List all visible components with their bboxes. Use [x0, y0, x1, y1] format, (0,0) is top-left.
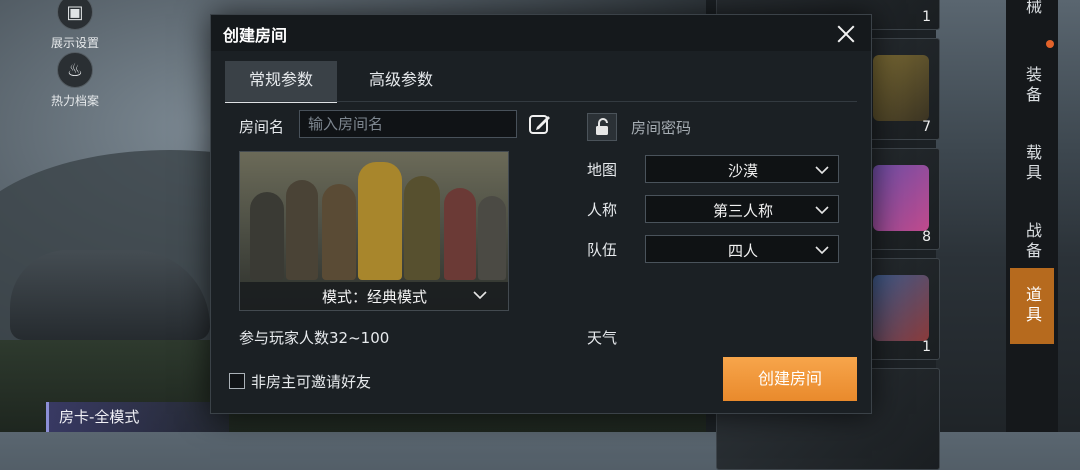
item-count: 7	[922, 119, 931, 135]
chevron-down-icon	[814, 162, 830, 176]
chevron-down-icon	[814, 242, 830, 256]
tab-vehicles[interactable]: 载具	[1010, 126, 1054, 202]
flame-icon: ♨	[57, 52, 93, 88]
side-button-display-settings[interactable]: ▣ 展示设置	[30, 0, 120, 51]
mode-bar: 模式：经典模式	[240, 282, 508, 310]
tab-weapons[interactable]: 械	[1010, 0, 1054, 46]
dialog-header: 创建房间	[211, 15, 871, 51]
team-select[interactable]: 四人	[645, 235, 839, 263]
notification-dot	[1046, 40, 1054, 48]
item-count: 1	[922, 339, 931, 355]
map-select[interactable]: 沙漠	[645, 155, 839, 183]
tab-divider	[225, 101, 857, 102]
side-button-heat-profile[interactable]: ♨ 热力档案	[30, 52, 120, 109]
team-value: 四人	[727, 242, 758, 260]
item-icon	[873, 165, 929, 231]
mode-text: 模式：经典模式	[322, 288, 428, 306]
item-count: 1	[922, 9, 931, 25]
player-count-text: 参与玩家人数32~100	[239, 329, 390, 347]
tab-advanced-params[interactable]: 高级参数	[345, 61, 457, 101]
unlock-icon[interactable]	[587, 113, 617, 141]
item-count: 8	[922, 229, 931, 245]
category-tabs: 械 装备 载具 战备 道具	[1006, 0, 1058, 432]
chevron-down-icon	[472, 287, 487, 301]
room-password-label: 房间密码	[631, 119, 692, 137]
weather-label: 天气	[587, 329, 618, 347]
item-icon	[873, 55, 929, 121]
tab-items[interactable]: 道具	[1010, 268, 1054, 344]
room-name-label: 房间名	[239, 118, 285, 136]
side-button-label: 热力档案	[50, 94, 99, 108]
team-label: 队伍	[587, 241, 618, 259]
tab-equipment[interactable]: 装备	[1010, 48, 1054, 124]
create-room-dialog: 创建房间 常规参数 高级参数 房间名 房间密码 模式：经典模式	[210, 14, 872, 414]
room-name-input[interactable]	[299, 110, 517, 138]
close-button[interactable]	[831, 19, 861, 49]
perspective-value: 第三人称	[712, 202, 773, 220]
tab-basic-params[interactable]: 常规参数	[225, 61, 337, 103]
edit-icon[interactable]	[527, 111, 553, 137]
invite-friends-checkbox[interactable]	[229, 373, 245, 389]
display-settings-icon: ▣	[57, 0, 93, 30]
map-value: 沙漠	[727, 162, 758, 180]
chevron-down-icon	[814, 202, 830, 216]
map-label: 地图	[587, 161, 618, 179]
perspective-select[interactable]: 第三人称	[645, 195, 839, 223]
dialog-title: 创建房间	[223, 26, 288, 45]
room-card-banner[interactable]: 房卡-全模式	[46, 402, 229, 432]
side-button-label: 展示设置	[50, 36, 99, 50]
item-icon	[873, 275, 929, 341]
perspective-label: 人称	[587, 201, 618, 219]
create-room-button[interactable]: 创建房间	[723, 357, 857, 401]
invite-friends-label: 非房主可邀请好友	[251, 373, 372, 391]
mode-selector[interactable]: 模式：经典模式	[239, 151, 509, 311]
